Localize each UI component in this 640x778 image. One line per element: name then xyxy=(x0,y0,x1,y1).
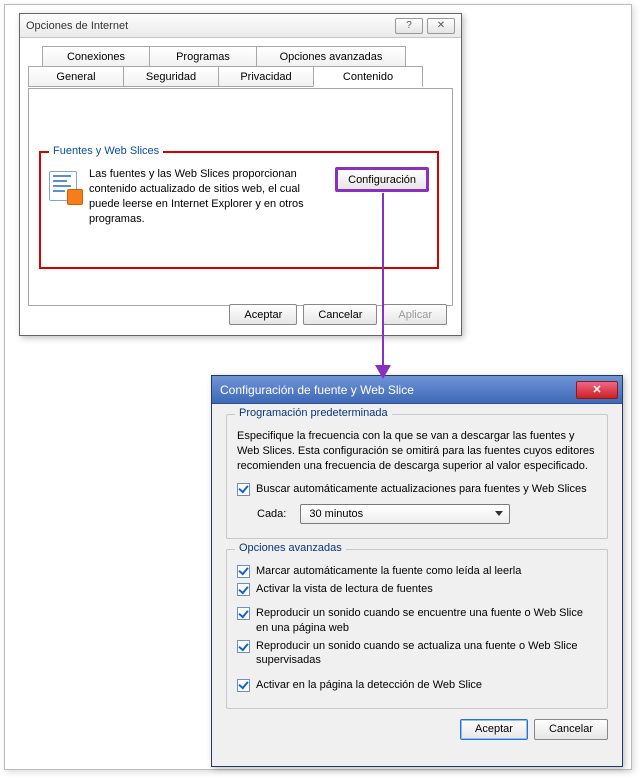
feeds-legend: Fuentes y Web Slices xyxy=(49,145,163,157)
checkbox-sound-found[interactable] xyxy=(237,607,250,620)
group-schedule: Programación predeterminada Especifique … xyxy=(226,414,608,539)
dialog1-title: Opciones de Internet xyxy=(26,20,391,32)
annotation-arrow-head xyxy=(375,365,391,379)
checkbox-webslice-detect-label: Activar en la página la detección de Web… xyxy=(256,678,482,692)
checkbox-mark-read-label: Marcar automáticamente la fuente como le… xyxy=(256,564,521,578)
schedule-description: Especifique la frecuencia con la que se … xyxy=(237,429,597,474)
tab-privacidad[interactable]: Privacidad xyxy=(218,66,314,87)
tab-opciones-avanzadas[interactable]: Opciones avanzadas xyxy=(256,46,406,67)
internet-options-dialog: Opciones de Internet ? ✕ Conexiones Prog… xyxy=(19,13,462,336)
checkbox-auto-update-label: Buscar automáticamente actualizaciones p… xyxy=(256,482,587,496)
group-advanced-legend: Opciones avanzadas xyxy=(235,542,346,554)
dialog1-button-row: Aceptar Cancelar Aplicar xyxy=(229,304,447,325)
checkbox-sound-update[interactable] xyxy=(237,640,250,653)
dialog1-titlebar: Opciones de Internet ? ✕ xyxy=(20,14,461,38)
tab-contenido[interactable]: Contenido xyxy=(313,66,423,87)
diagram-container: Opciones de Internet ? ✕ Conexiones Prog… xyxy=(4,4,632,770)
group-advanced: Opciones avanzadas Marcar automáticament… xyxy=(226,549,608,709)
close-icon: ✕ xyxy=(437,20,445,31)
rss-feed-icon xyxy=(49,171,81,203)
close-icon: ✕ xyxy=(592,383,601,396)
dialog2-cancelar-button[interactable]: Cancelar xyxy=(534,719,608,740)
dialog2-titlebar: Configuración de fuente y Web Slice ✕ xyxy=(212,376,622,404)
chevron-down-icon xyxy=(495,511,503,516)
aplicar-button: Aplicar xyxy=(383,304,447,325)
checkbox-mark-read[interactable] xyxy=(237,565,250,578)
checkbox-reading-view-label: Activar la vista de lectura de fuentes xyxy=(256,582,433,596)
close-button[interactable]: ✕ xyxy=(427,18,455,34)
dialog2-aceptar-button[interactable]: Aceptar xyxy=(460,719,528,740)
dialog2-button-row: Aceptar Cancelar xyxy=(226,719,608,740)
annotation-arrow xyxy=(382,193,384,369)
checkbox-webslice-detect[interactable] xyxy=(237,679,250,692)
aceptar-button[interactable]: Aceptar xyxy=(229,304,297,325)
tab-programas[interactable]: Programas xyxy=(149,46,257,67)
checkbox-reading-view[interactable] xyxy=(237,583,250,596)
tab-general[interactable]: General xyxy=(28,66,124,87)
checkbox-auto-update[interactable] xyxy=(237,483,250,496)
tab-seguridad[interactable]: Seguridad xyxy=(123,66,219,87)
feed-settings-dialog: Configuración de fuente y Web Slice ✕ Pr… xyxy=(211,375,623,767)
help-icon: ? xyxy=(406,20,412,31)
tab-strip: Conexiones Programas Opciones avanzadas … xyxy=(28,46,453,90)
feeds-fieldset: Fuentes y Web Slices Las fuentes y las W… xyxy=(39,151,439,269)
feeds-description: Las fuentes y las Web Slices proporciona… xyxy=(89,167,327,226)
dialog2-body: Programación predeterminada Especifique … xyxy=(212,404,622,750)
configuracion-button[interactable]: Configuración xyxy=(335,167,429,192)
checkbox-sound-update-label: Reproducir un sonido cuando se actualiza… xyxy=(256,639,597,668)
tab-pane-contenido: Fuentes y Web Slices Las fuentes y las W… xyxy=(28,88,453,306)
interval-value: 30 minutos xyxy=(309,508,363,520)
checkbox-sound-found-label: Reproducir un sonido cuando se encuentre… xyxy=(256,606,597,635)
cada-label: Cada: xyxy=(257,508,286,520)
cancelar-button[interactable]: Cancelar xyxy=(303,304,377,325)
interval-dropdown[interactable]: 30 minutos xyxy=(300,504,510,524)
group-schedule-legend: Programación predeterminada xyxy=(235,407,392,419)
tab-conexiones[interactable]: Conexiones xyxy=(42,46,150,67)
help-button[interactable]: ? xyxy=(395,18,423,34)
dialog2-close-button[interactable]: ✕ xyxy=(576,381,618,399)
dialog2-title: Configuración de fuente y Web Slice xyxy=(220,383,576,397)
